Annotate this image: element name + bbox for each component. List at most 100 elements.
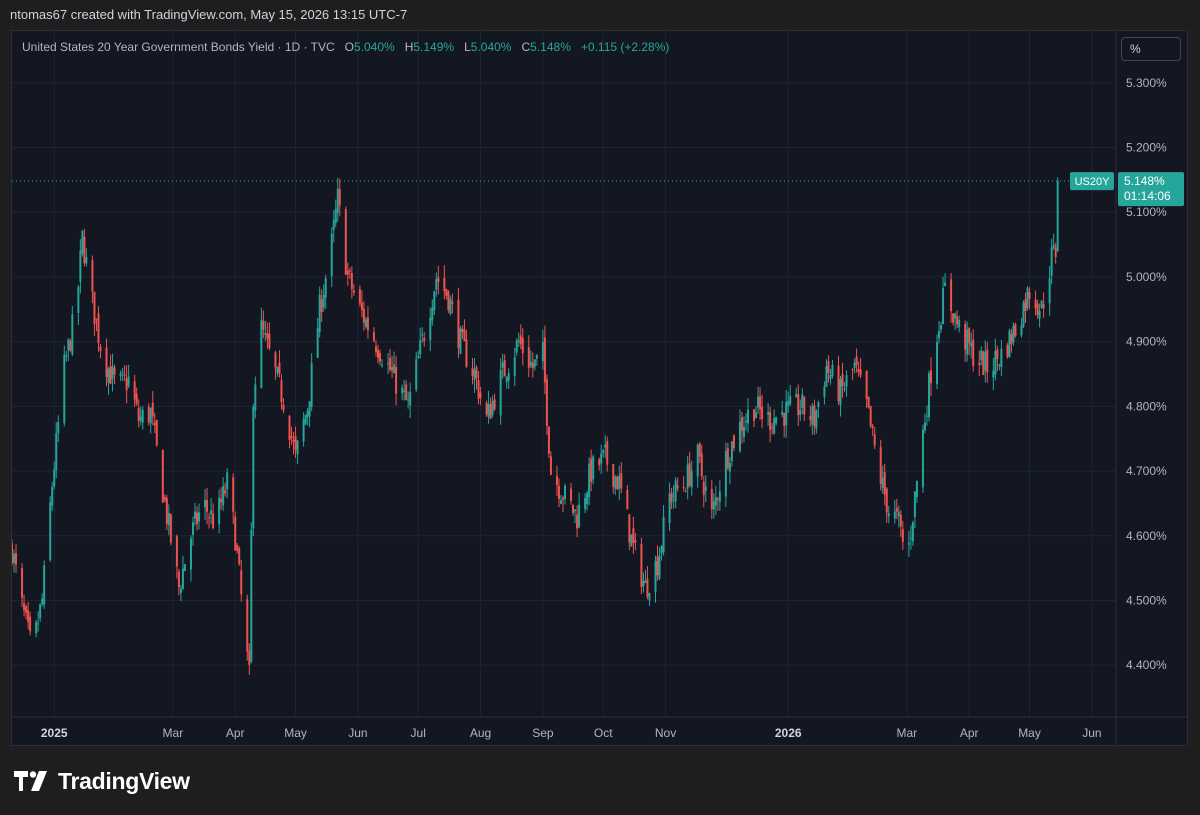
candle-body	[409, 391, 412, 406]
candle-body	[41, 598, 44, 605]
candle-body	[634, 540, 637, 543]
high-value: 5.149%	[413, 40, 455, 54]
candle-body	[224, 490, 227, 494]
chart-frame[interactable]: 4.400% 4.500% 4.600% 4.700% 4.800% 4.900% 5.00…	[11, 30, 1188, 746]
x-tick-label: Mar	[897, 726, 918, 740]
candle-body	[306, 410, 309, 418]
candle-body	[744, 421, 747, 423]
candle-body	[93, 291, 96, 325]
price-unit-selector[interactable]: %	[1121, 37, 1181, 61]
tradingview-logo[interactable]: TradingView	[14, 766, 190, 796]
candle-body	[795, 394, 798, 398]
candle-body	[437, 277, 440, 283]
y-tick-label: 4.600%	[1126, 529, 1167, 543]
candle-body	[521, 337, 524, 354]
candle-body	[473, 370, 476, 381]
candle-body	[998, 364, 1001, 366]
candle-body	[612, 463, 615, 488]
candle-body	[252, 406, 255, 529]
candle-body	[899, 514, 902, 527]
candle-body	[379, 353, 381, 362]
candle-body	[728, 462, 731, 472]
candle-body	[686, 464, 689, 489]
candle-body	[923, 422, 926, 431]
candle-body	[529, 361, 532, 366]
candle-body	[111, 366, 114, 380]
candle-body	[109, 366, 112, 384]
candle-body	[895, 507, 898, 512]
candle-body	[276, 367, 279, 374]
candle-body	[222, 486, 225, 506]
candle-body	[334, 208, 337, 223]
candle-body	[81, 230, 84, 254]
x-tick-label: May	[284, 726, 307, 740]
candle-body	[783, 413, 786, 426]
candle-body	[163, 496, 166, 501]
candle-body	[372, 332, 375, 341]
candle-body	[417, 356, 420, 359]
y-tick-label: 4.700%	[1126, 464, 1167, 478]
candle-body	[690, 470, 693, 488]
candle-body	[755, 412, 758, 419]
candle-body	[747, 409, 749, 424]
symbol-legend: United States 20 Year Government Bonds Y…	[22, 40, 669, 54]
open-label: O	[344, 40, 354, 54]
candle-body	[210, 510, 213, 515]
x-tick-label: Nov	[655, 726, 676, 740]
y-tick-label: 5.300%	[1126, 76, 1167, 90]
candle-body	[867, 396, 870, 408]
candle-body	[881, 477, 884, 489]
candle-body	[815, 410, 818, 429]
candle-body	[630, 534, 633, 547]
candle-body	[376, 349, 379, 358]
candle-body	[465, 339, 468, 367]
candle-body	[429, 317, 432, 341]
candle-body	[49, 502, 52, 560]
candle-body	[656, 556, 659, 576]
candle-body	[753, 409, 756, 421]
candle-body	[883, 472, 886, 495]
candle-body	[857, 368, 860, 372]
candle-body	[956, 316, 959, 325]
y-tick-label: 5.000%	[1126, 270, 1167, 284]
candle-body	[588, 463, 591, 498]
candle-body	[121, 372, 124, 374]
candle-body	[296, 440, 299, 455]
close-value: 5.148%	[530, 40, 571, 54]
candle-body	[724, 451, 727, 497]
candle-body	[879, 447, 882, 485]
candle-body	[83, 236, 86, 264]
candle-body	[133, 381, 136, 400]
candle-body	[415, 359, 418, 390]
candle-body	[350, 273, 353, 289]
candle-body	[57, 421, 60, 434]
candle-body	[865, 371, 868, 399]
candle-body	[938, 330, 941, 339]
candle-body	[600, 453, 603, 464]
candle-body	[141, 409, 144, 423]
x-tick-label: May	[1018, 726, 1041, 740]
candle-body	[240, 570, 243, 595]
candle-body	[389, 358, 392, 371]
candle-body	[51, 486, 54, 506]
candle-body	[527, 347, 530, 368]
candle-body	[364, 319, 367, 328]
candle-body	[996, 349, 999, 359]
candle-body	[310, 363, 313, 407]
candle-body	[304, 415, 307, 425]
candle-body	[292, 439, 295, 442]
candle-body	[696, 444, 699, 477]
candle-body	[471, 367, 474, 376]
candle-body	[29, 616, 32, 632]
candle-body	[797, 394, 800, 415]
candle-body	[907, 542, 910, 545]
candle-body	[929, 370, 932, 384]
candle-body	[972, 339, 975, 367]
candlestick-chart[interactable]: 4.400% 4.500% 4.600% 4.700% 4.800% 4.900% 5.00…	[12, 31, 1187, 745]
candle-body	[586, 492, 589, 504]
candle-body	[958, 320, 961, 328]
candle-body	[654, 560, 657, 592]
candle-body	[234, 516, 237, 551]
candle-body	[644, 580, 647, 583]
x-tick-label: Sep	[532, 726, 554, 740]
